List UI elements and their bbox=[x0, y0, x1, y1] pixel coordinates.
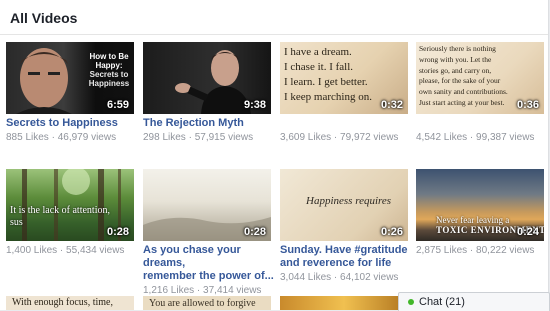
duration-badge: 0:28 bbox=[243, 226, 266, 238]
video-title-link[interactable] bbox=[280, 117, 408, 130]
online-status-icon bbox=[408, 299, 414, 305]
duration-badge: 0:32 bbox=[380, 99, 403, 111]
video-thumbnail[interactable]: How to Be Happy: Secrets to Happiness 6:… bbox=[6, 42, 134, 114]
video-card bbox=[280, 296, 408, 310]
video-title-link[interactable] bbox=[416, 117, 544, 130]
video-card: Never fear leaving a TOXIC ENVIRONMENT 0… bbox=[416, 169, 544, 257]
duration-badge: 9:38 bbox=[243, 99, 266, 111]
video-card: 9:38 The Rejection Myth 298 Likes · 57,9… bbox=[143, 42, 271, 144]
videos-header: All Videos bbox=[0, 0, 548, 35]
video-thumbnail[interactable]: Happiness requires 0:26 bbox=[280, 169, 408, 241]
video-stats: 3,609 Likes · 79,972 views bbox=[280, 132, 399, 143]
video-title-line: and reverence for life bbox=[280, 257, 392, 269]
thumbnail-caption: How to Be Happy: Secrets to Happiness bbox=[88, 52, 130, 88]
video-thumbnail[interactable]: Seriously there is nothing wrong with yo… bbox=[416, 42, 544, 114]
video-stats: 885 Likes · 46,979 views bbox=[6, 132, 117, 143]
video-card: I have a dream. I chase it. I fall. I le… bbox=[280, 42, 408, 144]
video-card: How to Be Happy: Secrets to Happiness 6:… bbox=[6, 42, 134, 144]
video-card: With enough focus, time, bbox=[6, 296, 134, 310]
thumbnail-caption: It is the lack of attention, sus bbox=[10, 205, 110, 228]
video-title-link[interactable]: Secrets to Happiness bbox=[6, 117, 134, 130]
video-thumbnail[interactable]: It is the lack of attention, sus 0:28 bbox=[6, 169, 134, 241]
video-thumbnail[interactable]: With enough focus, time, bbox=[6, 296, 134, 310]
video-title-link[interactable]: As you chase your dreams, remember the p… bbox=[143, 244, 277, 283]
video-title-link[interactable]: Sunday. Have #gratitude and reverence fo… bbox=[280, 244, 408, 270]
video-stats: 4,542 Likes · 99,387 views bbox=[416, 132, 535, 143]
thumbnail-caption: I have a dream. I chase it. I fall. I le… bbox=[284, 46, 372, 103]
duration-badge: 0:36 bbox=[516, 99, 539, 111]
video-card: Happiness requires 0:26 Sunday. Have #gr… bbox=[280, 169, 408, 284]
chat-label: Chat (21) bbox=[419, 296, 465, 308]
video-title-line: remember the power of... bbox=[143, 270, 274, 282]
video-stats: 3,044 Likes · 64,102 views bbox=[280, 272, 399, 283]
duration-badge: 0:26 bbox=[380, 226, 403, 238]
video-thumbnail[interactable]: I have a dream. I chase it. I fall. I le… bbox=[280, 42, 408, 114]
video-stats: 2,875 Likes · 80,222 views bbox=[416, 245, 535, 256]
video-thumbnail[interactable]: Never fear leaving a TOXIC ENVIRONMENT 0… bbox=[416, 169, 544, 241]
thumbnail-caption: Happiness requires bbox=[306, 195, 392, 207]
video-title-line: Sunday. Have #gratitude bbox=[280, 244, 408, 256]
chat-bar[interactable]: Chat (21) bbox=[398, 292, 550, 311]
video-thumbnail[interactable]: 9:38 bbox=[143, 42, 271, 114]
video-title-line: As you chase your dreams, bbox=[143, 244, 241, 269]
video-card: 0:28 As you chase your dreams, remember … bbox=[143, 169, 274, 297]
page-title: All Videos bbox=[10, 10, 78, 26]
video-thumbnail[interactable]: 0:28 bbox=[143, 169, 271, 241]
thumbnail-caption: With enough focus, time, bbox=[12, 297, 113, 308]
thumbnail-caption: You are allowed to forgive bbox=[149, 298, 256, 309]
video-card: You are allowed to forgive bbox=[143, 296, 271, 310]
videos-panel: All Videos How to Be Happy: Secrets to H… bbox=[0, 0, 549, 310]
video-card: It is the lack of attention, sus 0:28 1,… bbox=[6, 169, 134, 257]
video-stats: 1,400 Likes · 55,434 views bbox=[6, 245, 125, 256]
video-title-link[interactable]: The Rejection Myth bbox=[143, 117, 271, 130]
video-card: Seriously there is nothing wrong with yo… bbox=[416, 42, 544, 144]
duration-badge: 0:28 bbox=[106, 226, 129, 238]
thumbnail-caption: Seriously there is nothing wrong with yo… bbox=[419, 44, 508, 107]
duration-badge: 0:24 bbox=[516, 226, 539, 238]
video-thumbnail[interactable]: You are allowed to forgive bbox=[143, 296, 271, 310]
video-thumbnail[interactable] bbox=[280, 296, 408, 310]
video-stats: 298 Likes · 57,915 views bbox=[143, 132, 254, 143]
duration-badge: 6:59 bbox=[106, 99, 129, 111]
